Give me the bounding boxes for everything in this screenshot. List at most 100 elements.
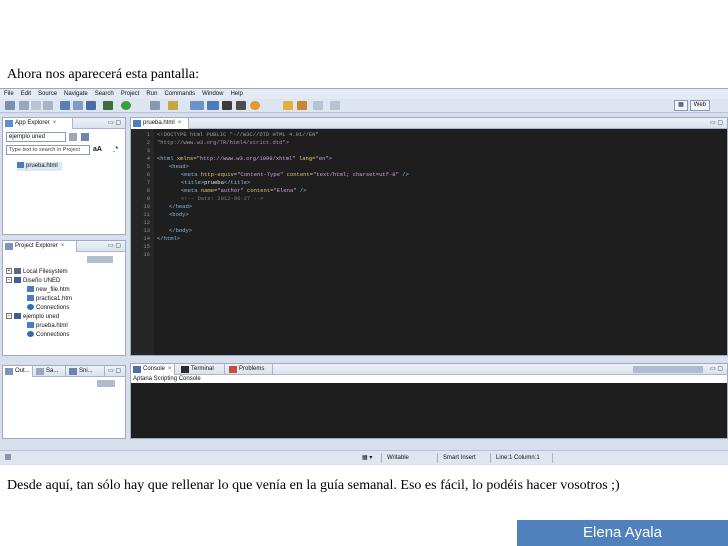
print-icon[interactable]: [43, 101, 53, 110]
minimize-maximize-icon[interactable]: ▭ ▢: [710, 365, 723, 372]
font-size-toggle[interactable]: aA: [93, 146, 102, 153]
file-prueba-html[interactable]: prueba.html: [17, 162, 62, 171]
menu-window[interactable]: Window: [202, 89, 223, 99]
regex-icon[interactable]: .*: [113, 145, 118, 154]
menu-project[interactable]: Project: [121, 89, 140, 99]
connections-icon: [27, 331, 34, 338]
tab-project-explorer[interactable]: Project Explorer ×: [3, 241, 77, 252]
grid-icon[interactable]: [236, 101, 246, 110]
tree-diseno-uned[interactable]: − Diseño UNED: [6, 277, 60, 286]
console-toolbar-icons[interactable]: [633, 366, 703, 373]
bookmark-icon[interactable]: [297, 101, 307, 110]
view-menu-icon[interactable]: [81, 133, 89, 141]
play-icon[interactable]: [121, 101, 131, 110]
save-icon[interactable]: [19, 101, 29, 110]
tab-prueba-html[interactable]: prueba.html ×: [131, 118, 189, 129]
status-menu-icon[interactable]: ▦ ▾: [362, 454, 372, 461]
problems-icon: [229, 366, 237, 373]
tree-connections[interactable]: Connections: [27, 331, 69, 340]
line-number: 1: [146, 131, 150, 138]
menu-edit[interactable]: Edit: [21, 89, 31, 99]
menu-search[interactable]: Search: [95, 89, 114, 99]
menu-commands[interactable]: Commands: [164, 89, 195, 99]
code-line: <html xmlns="http://www.w3.org/1999/xhtm…: [157, 155, 332, 162]
menu-help[interactable]: Help: [230, 89, 242, 99]
samples-icon: [36, 368, 44, 375]
table-icon[interactable]: [207, 101, 219, 110]
layout-icon[interactable]: [190, 101, 204, 110]
tab-snippets[interactable]: Sni...: [67, 366, 105, 377]
console-output[interactable]: [131, 383, 727, 438]
line-number: 14: [143, 235, 150, 242]
search-input[interactable]: Type text to search in Project: [6, 145, 90, 155]
perspective-web-button[interactable]: Web: [689, 100, 710, 111]
menu-file[interactable]: File: [4, 89, 14, 99]
tab-app-explorer[interactable]: App Explorer ×: [3, 118, 73, 129]
menu-navigate[interactable]: Navigate: [64, 89, 88, 99]
close-icon[interactable]: ×: [53, 120, 57, 126]
forward-icon[interactable]: [330, 101, 340, 110]
tab-problems[interactable]: Problems: [227, 364, 273, 375]
code-line: <title>prueba</title>: [181, 179, 251, 186]
status-indicator-icon: [5, 454, 11, 460]
project-toolbar-icons[interactable]: [87, 256, 113, 263]
tree-prueba-html[interactable]: prueba.html: [27, 322, 68, 331]
new-icon[interactable]: [5, 101, 15, 110]
console-title: Aptana Scripting Console: [133, 376, 201, 382]
collapse-icon[interactable]: −: [6, 313, 12, 320]
project-folder-icon: [14, 313, 21, 320]
minimize-maximize-icon[interactable]: ▭ ▢: [710, 119, 723, 126]
open-icon[interactable]: [60, 101, 70, 110]
close-icon[interactable]: ×: [168, 366, 172, 372]
run-icon[interactable]: [103, 101, 113, 110]
deploy-icon[interactable]: [150, 101, 160, 110]
tab-console[interactable]: Console ×: [131, 364, 175, 375]
tree-practica1[interactable]: practica1.htm: [27, 295, 72, 304]
image-icon[interactable]: [222, 101, 232, 110]
pencil-icon[interactable]: [168, 101, 178, 110]
line-number: 2: [146, 139, 150, 146]
minimize-maximize-icon[interactable]: ▭ ▢: [108, 119, 121, 126]
open-perspective-icon[interactable]: ▦: [674, 100, 688, 111]
tree-connections[interactable]: Connections: [27, 304, 69, 313]
terminal-icon: [181, 366, 189, 373]
project-folder-icon: [14, 277, 21, 284]
html-file-icon: [133, 120, 141, 127]
tree-local-filesystem[interactable]: + Local Filesystem: [6, 268, 68, 277]
code-line: <head>: [169, 163, 189, 170]
tab-samples[interactable]: Sa...: [34, 366, 66, 377]
status-bar: ▦ ▾ Writable Smart Insert Line:1 Column:…: [0, 450, 728, 464]
view-toolbar-icons[interactable]: [97, 380, 115, 387]
color-wheel-icon[interactable]: [250, 101, 260, 110]
tab-terminal[interactable]: Terminal: [179, 364, 225, 375]
close-icon[interactable]: ×: [61, 243, 65, 249]
snippets-icon: [69, 368, 77, 375]
refresh-icon[interactable]: [73, 101, 83, 110]
ide-window: File Edit Source Navigate Search Project…: [0, 88, 728, 465]
minimize-maximize-icon[interactable]: ▭ ▢: [108, 367, 121, 374]
project-select[interactable]: ejemplo uned: [6, 132, 66, 142]
connections-icon: [27, 304, 34, 311]
menu-bar: File Edit Source Navigate Search Project…: [0, 89, 728, 99]
close-icon[interactable]: ×: [178, 120, 182, 126]
tab-outline[interactable]: Out...: [3, 366, 33, 377]
html-file-icon: [17, 162, 24, 169]
debug-icon[interactable]: [86, 101, 96, 110]
line-number: 15: [143, 243, 150, 250]
collapse-icon[interactable]: [69, 133, 77, 141]
code-area[interactable]: 1 2 3 4 5 6 7 8 9 10 11 12 13 14 15 16 <…: [131, 129, 727, 355]
code-line: <meta http-equiv="Content-Type" content=…: [181, 171, 409, 178]
wand-icon[interactable]: [283, 101, 293, 110]
save-all-icon[interactable]: [31, 101, 41, 110]
minimize-maximize-icon[interactable]: ▭ ▢: [108, 242, 121, 249]
tree-ejemplo-uned[interactable]: − ejemplo uned: [6, 313, 59, 322]
collapse-icon[interactable]: −: [6, 277, 12, 284]
filesystem-icon: [14, 268, 21, 275]
menu-source[interactable]: Source: [38, 89, 57, 99]
menu-run[interactable]: Run: [146, 89, 157, 99]
line-number: 13: [143, 227, 150, 234]
back-icon[interactable]: [313, 101, 323, 110]
tree-new-file[interactable]: new_file.htm: [27, 286, 70, 295]
caption-bottom: Desde aquí, tan sólo hay que rellenar lo…: [7, 478, 620, 493]
expand-icon[interactable]: +: [6, 268, 12, 275]
